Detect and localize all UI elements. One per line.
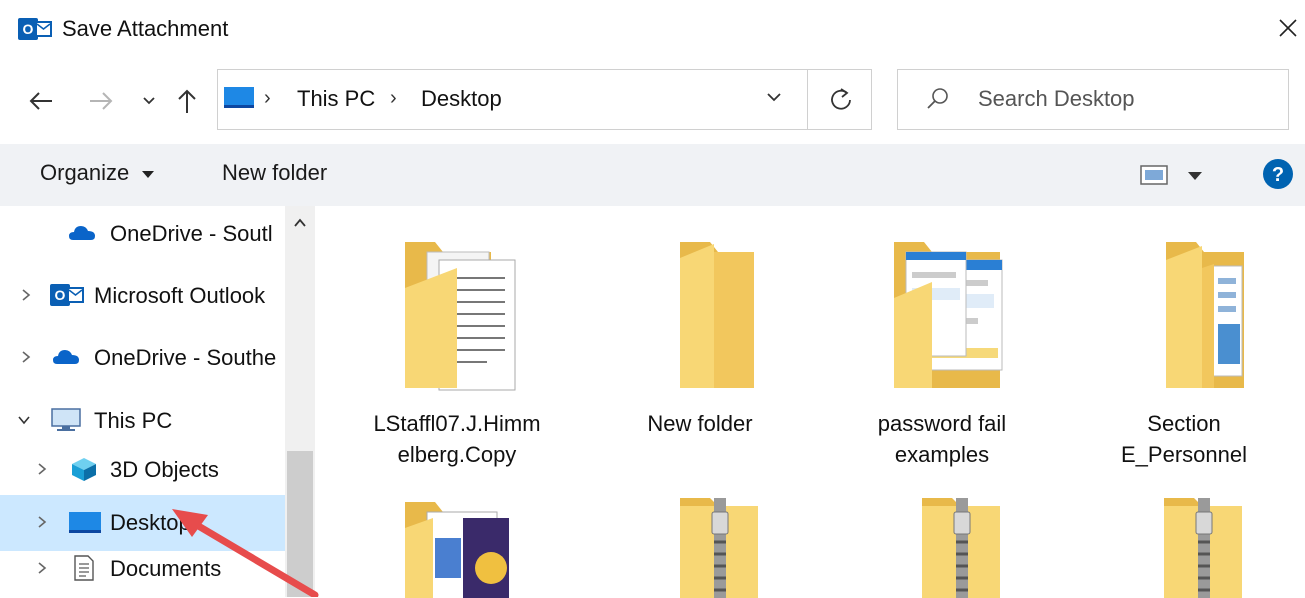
onedrive-icon: [69, 226, 95, 240]
file-item-zip-3[interactable]: [1069, 498, 1299, 598]
arrow-left-icon[interactable]: [26, 86, 56, 116]
nav-item-label: Microsoft Outlook: [94, 283, 266, 308]
file-name: Section E_Personnel: [1121, 411, 1247, 467]
file-item-zip-2[interactable]: [827, 498, 1057, 598]
organize-button[interactable]: Organize: [40, 160, 155, 190]
help-icon[interactable]: ?: [1262, 158, 1294, 190]
breadcrumb-desktop[interactable]: Desktop: [421, 86, 502, 112]
address-bar[interactable]: › This PC › Desktop: [217, 69, 872, 130]
nav-item-onedrive-southern[interactable]: OneDrive - Southe: [0, 330, 285, 386]
chevron-right-icon[interactable]: [18, 286, 34, 304]
outlook-icon: O: [18, 18, 52, 40]
nav-scrollbar[interactable]: [285, 206, 315, 597]
desktop-icon: [69, 512, 101, 533]
chevron-down-icon[interactable]: [763, 86, 785, 108]
nav-item-this-pc[interactable]: This PC: [0, 393, 285, 449]
organize-label: Organize: [40, 160, 130, 185]
refresh-icon[interactable]: [826, 84, 856, 114]
file-list: LStaffl07.J.Himm elberg.Copy New folder …: [315, 206, 1305, 598]
new-folder-button[interactable]: New folder: [222, 160, 327, 186]
view-options-icon[interactable]: [1140, 162, 1210, 188]
nav-item-label: 3D Objects: [110, 457, 219, 482]
zip-folder-icon: [1164, 498, 1242, 598]
nav-item-label: OneDrive - Soutl: [110, 221, 272, 246]
nav-item-microsoft-outlook[interactable]: O Microsoft Outlook: [0, 268, 285, 324]
nav-item-label: Desktop: [110, 510, 191, 535]
svg-text:O: O: [55, 287, 66, 303]
divider: [807, 70, 808, 129]
window-title: Save Attachment: [62, 16, 229, 41]
file-name: LStaffl07.J.Himm elberg.Copy: [373, 411, 541, 467]
chevron-down-icon[interactable]: [16, 411, 32, 429]
nav-item-documents[interactable]: Documents: [0, 541, 285, 597]
caret-down-icon: [142, 171, 155, 179]
3d-objects-icon: [72, 458, 96, 481]
chevron-right-icon[interactable]: [34, 513, 50, 531]
nav-item-label: This PC: [94, 408, 173, 433]
breadcrumb-this-pc[interactable]: This PC: [297, 86, 375, 112]
nav-item-label: Documents: [110, 556, 222, 581]
title-bar: O Save Attachment: [0, 0, 1305, 58]
outlook-icon: O: [50, 284, 84, 306]
chevron-right-icon[interactable]: [34, 559, 50, 577]
file-item-folder-docs[interactable]: [342, 498, 572, 598]
scroll-up-icon[interactable]: [292, 216, 308, 230]
navigation-pane: OneDrive - Soutl O Microsoft Outlook One…: [0, 206, 315, 597]
scroll-thumb[interactable]: [287, 451, 313, 597]
file-item-new-folder[interactable]: New folder: [585, 238, 815, 439]
onedrive-icon: [53, 350, 79, 364]
arrow-up-icon[interactable]: [172, 86, 202, 116]
chevron-right-icon[interactable]: [34, 460, 50, 478]
desktop-icon: [224, 87, 254, 108]
folder-documents-icon: [405, 502, 509, 598]
zip-folder-icon: [922, 498, 1000, 598]
search-input[interactable]: [978, 80, 1268, 118]
pc-icon: [51, 408, 81, 431]
file-item-section-e-personnel[interactable]: Section E_Personnel: [1069, 238, 1299, 470]
file-item-zip-1[interactable]: [585, 498, 815, 598]
folder-documents-icon: [405, 242, 516, 391]
file-name: New folder: [647, 411, 753, 436]
search-box[interactable]: [897, 69, 1289, 130]
breadcrumb-separator: ›: [390, 87, 397, 109]
documents-icon: [74, 555, 94, 581]
zip-folder-icon: [680, 498, 758, 598]
nav-item-onedrive-school[interactable]: OneDrive - Soutl: [0, 206, 285, 262]
chevron-down-icon[interactable]: [138, 86, 160, 116]
chevron-right-icon[interactable]: [18, 348, 34, 366]
file-name: password fail examples: [877, 411, 1007, 467]
svg-text:?: ?: [1272, 164, 1284, 186]
nav-item-3d-objects[interactable]: 3D Objects: [0, 442, 285, 498]
search-icon: [927, 88, 948, 109]
command-bar: [0, 144, 1305, 206]
svg-text:O: O: [23, 21, 34, 37]
file-item-lstaff-folder[interactable]: LStaffl07.J.Himm elberg.Copy: [342, 238, 572, 470]
close-icon[interactable]: [1276, 14, 1300, 42]
folder-screenshots-icon: [894, 242, 1003, 388]
file-item-password-fail[interactable]: password fail examples: [827, 238, 1057, 470]
arrow-right-icon[interactable]: [86, 86, 116, 116]
folder-pictures-icon: [1166, 242, 1244, 388]
breadcrumb-separator: ›: [264, 87, 271, 109]
nav-item-label: OneDrive - Southe: [94, 345, 277, 370]
folder-icon: [680, 242, 754, 388]
